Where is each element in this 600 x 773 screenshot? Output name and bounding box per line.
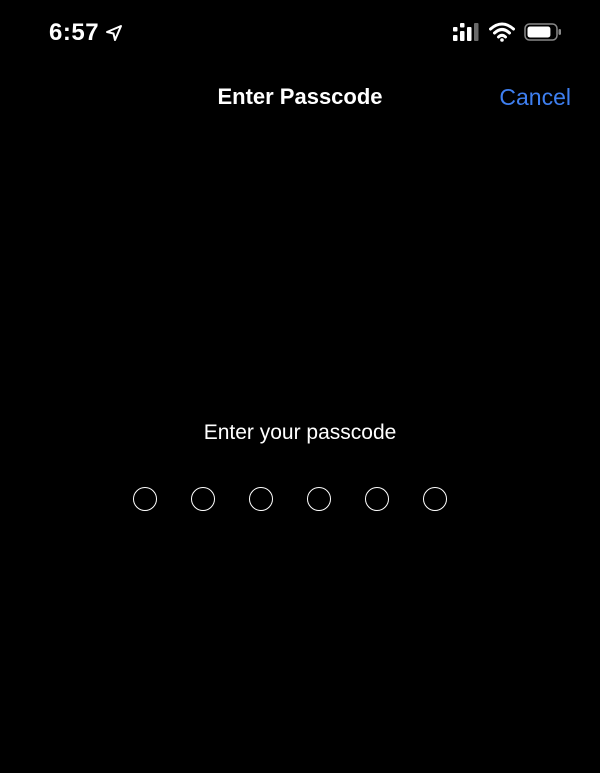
passcode-prompt: Enter your passcode xyxy=(203,421,397,444)
passcode-dot xyxy=(249,487,273,511)
battery-icon xyxy=(524,23,561,41)
passcode-dot xyxy=(307,487,331,511)
location-arrow-icon xyxy=(106,25,123,41)
nav-bar: Enter Passcode Cancel xyxy=(0,70,600,124)
passcode-dot xyxy=(423,487,447,511)
status-bar: 6:57 xyxy=(0,0,600,66)
passcode-dot xyxy=(133,487,157,511)
passcode-dot xyxy=(191,487,215,511)
wifi-icon xyxy=(489,22,515,42)
clock-text: 6:57 xyxy=(49,19,100,46)
status-icons xyxy=(452,22,562,42)
cancel-button[interactable]: Cancel xyxy=(499,84,571,111)
status-time: 6:57 xyxy=(49,19,123,47)
passcode-dots[interactable] xyxy=(133,487,447,511)
cellular-signal-icon xyxy=(453,23,479,41)
passcode-dot xyxy=(365,487,389,511)
